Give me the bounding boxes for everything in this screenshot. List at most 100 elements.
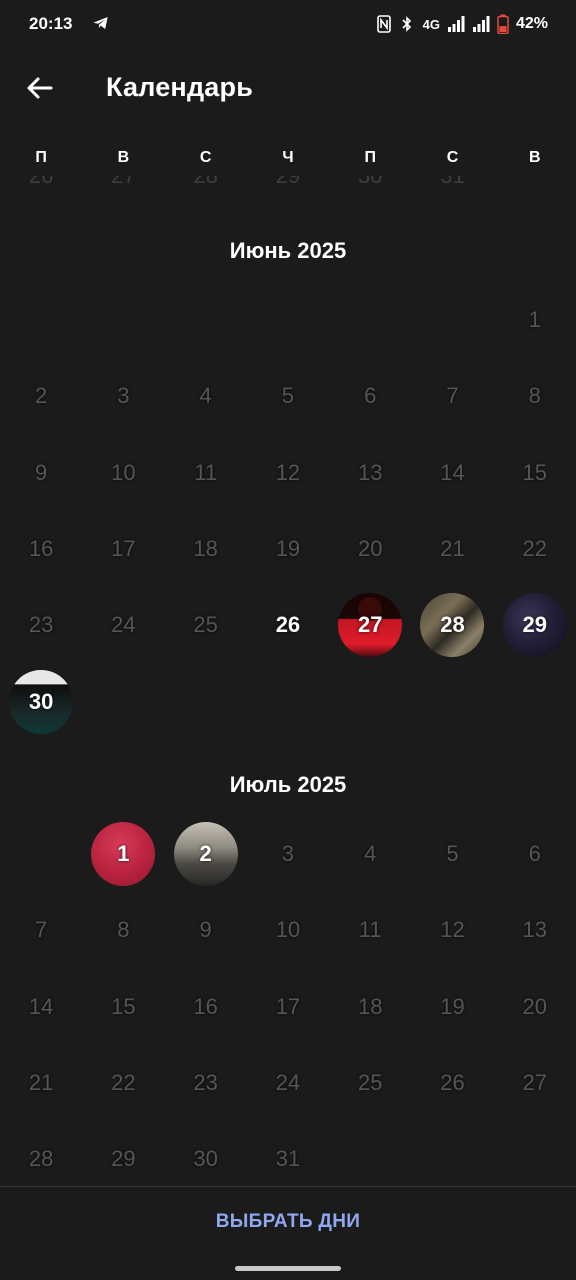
empty-cell: [0, 816, 82, 892]
day-cell[interactable]: 22: [494, 511, 576, 587]
network-type: 4G: [422, 16, 440, 32]
day-cell[interactable]: 12: [411, 892, 493, 968]
day-number: 16: [28, 536, 54, 562]
day-cell[interactable]: 16: [165, 968, 247, 1044]
day-number: 31: [275, 1146, 301, 1172]
day-cell[interactable]: 15: [494, 435, 576, 511]
day-cell[interactable]: 15: [82, 968, 164, 1044]
day-cell[interactable]: 1: [494, 282, 576, 358]
day-number: 22: [111, 1069, 136, 1095]
day-cell[interactable]: 6: [329, 358, 411, 434]
back-button[interactable]: [20, 68, 60, 108]
day-cell: 27: [82, 176, 164, 194]
day-cell[interactable]: 27: [329, 587, 411, 663]
day-number: 26: [275, 612, 301, 638]
day-cell[interactable]: 4: [329, 816, 411, 892]
day-cell[interactable]: 9: [165, 892, 247, 968]
day-cell[interactable]: 4: [165, 358, 247, 434]
day-number: 12: [275, 459, 301, 485]
day-cell: [494, 176, 576, 194]
empty-cell: [411, 282, 493, 358]
day-number: 18: [193, 536, 218, 562]
day-cell[interactable]: 31: [247, 1121, 329, 1186]
day-cell[interactable]: 30: [165, 1121, 247, 1186]
day-number: 24: [275, 1069, 301, 1095]
signal-icon: [472, 16, 490, 32]
day-cell[interactable]: 25: [329, 1045, 411, 1121]
day-cell[interactable]: 2: [0, 358, 82, 434]
day-cell[interactable]: 29: [82, 1121, 164, 1186]
day-cell[interactable]: 13: [494, 892, 576, 968]
day-number: 27: [357, 612, 383, 638]
day-cell[interactable]: 24: [247, 1045, 329, 1121]
day-cell[interactable]: 23: [0, 587, 82, 663]
day-cell[interactable]: 21: [0, 1045, 82, 1121]
day-cell[interactable]: 26: [247, 587, 329, 663]
day-number: 3: [117, 383, 130, 409]
empty-cell: [247, 282, 329, 358]
day-cell[interactable]: 11: [165, 435, 247, 511]
signal-icon: [447, 16, 465, 32]
day-cell[interactable]: 22: [82, 1045, 164, 1121]
status-time: 20:13: [29, 14, 73, 33]
day-cell[interactable]: 7: [0, 892, 82, 968]
calendar-scroll-area[interactable]: 262728293031 Июнь 2025123456789101112131…: [0, 176, 576, 1186]
day-number: 22: [522, 536, 547, 562]
day-cell[interactable]: 3: [247, 816, 329, 892]
day-cell[interactable]: 19: [247, 511, 329, 587]
day-cell[interactable]: 19: [411, 968, 493, 1044]
day-cell[interactable]: 2: [165, 816, 247, 892]
day-cell[interactable]: 3: [82, 358, 164, 434]
day-cell[interactable]: 14: [411, 435, 493, 511]
day-cell[interactable]: 20: [494, 968, 576, 1044]
day-number: 24: [111, 612, 136, 638]
day-number: 8: [117, 917, 130, 943]
day-cell[interactable]: 27: [494, 1045, 576, 1121]
day-number: 7: [446, 383, 459, 409]
day-number: 28: [28, 1146, 54, 1172]
day-cell[interactable]: 18: [329, 968, 411, 1044]
weekday-header: ПВСЧПСВ: [0, 140, 576, 176]
day-number: 14: [440, 459, 465, 485]
day-cell[interactable]: 20: [329, 511, 411, 587]
day-cell[interactable]: 13: [329, 435, 411, 511]
day-cell[interactable]: 25: [165, 587, 247, 663]
day-cell[interactable]: 5: [411, 816, 493, 892]
day-cell[interactable]: 21: [411, 511, 493, 587]
select-days-button[interactable]: ВЫБРАТЬ ДНИ: [0, 1187, 576, 1257]
day-number: 3: [281, 840, 295, 866]
day-cell[interactable]: 18: [165, 511, 247, 587]
day-number: 25: [357, 1069, 383, 1095]
day-cell[interactable]: 17: [247, 968, 329, 1044]
day-cell[interactable]: 7: [411, 358, 493, 434]
day-cell[interactable]: 26: [411, 1045, 493, 1121]
app-bar: Календарь: [0, 48, 576, 128]
day-cell[interactable]: 12: [247, 435, 329, 511]
day-cell[interactable]: 17: [82, 511, 164, 587]
day-cell[interactable]: 5: [247, 358, 329, 434]
day-cell[interactable]: 1: [82, 816, 164, 892]
day-number: 11: [358, 917, 382, 943]
day-cell[interactable]: 6: [494, 816, 576, 892]
day-number: 28: [440, 612, 465, 638]
day-number: 14: [28, 993, 54, 1019]
day-number: 17: [111, 536, 136, 562]
day-number: 25: [193, 612, 218, 638]
day-number: 2: [35, 383, 48, 409]
day-cell[interactable]: 28: [411, 587, 493, 663]
day-cell[interactable]: 23: [165, 1045, 247, 1121]
day-cell[interactable]: 11: [329, 892, 411, 968]
day-cell[interactable]: 10: [82, 435, 164, 511]
day-cell[interactable]: 28: [0, 1121, 82, 1186]
day-cell[interactable]: 29: [494, 587, 576, 663]
day-cell[interactable]: 16: [0, 511, 82, 587]
day-cell: 30: [329, 176, 411, 194]
day-cell[interactable]: 8: [82, 892, 164, 968]
gesture-navigation-pill[interactable]: [235, 1266, 341, 1271]
day-cell[interactable]: 10: [247, 892, 329, 968]
day-cell[interactable]: 30: [0, 663, 82, 739]
day-cell[interactable]: 9: [0, 435, 82, 511]
day-cell[interactable]: 8: [494, 358, 576, 434]
day-cell[interactable]: 14: [0, 968, 82, 1044]
day-cell[interactable]: 24: [82, 587, 164, 663]
